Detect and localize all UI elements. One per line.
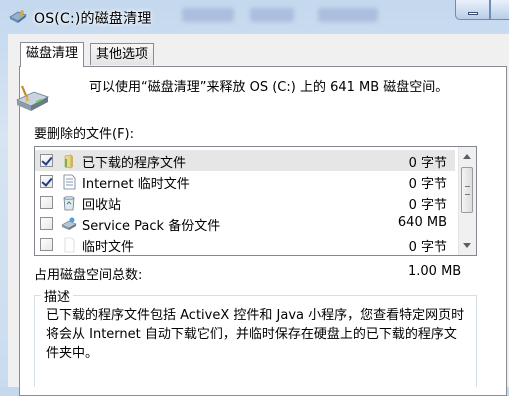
file-size: 0 字节 [408, 240, 447, 255]
list-item[interactable]: 回收站 0 字节 [35, 192, 455, 213]
minimize-button[interactable] [455, 0, 490, 20]
description-text: 已下载的程序文件包括 ActiveX 控件和 Java 小程序，您查看特定网页时… [46, 308, 465, 361]
recycle-bin-icon [63, 196, 75, 211]
file-name: 已下载的程序文件 [82, 156, 187, 171]
file-name: Internet 临时文件 [82, 177, 190, 192]
file-size: 0 字节 [408, 156, 447, 171]
tab-disk-cleanup[interactable]: 磁盘清理 [20, 42, 85, 67]
hard-drive-cleanup-icon [16, 85, 49, 111]
total-space-label: 占用磁盘空间总数: [34, 268, 143, 283]
window-title: OS(C:)的磁盘清理 [34, 11, 152, 27]
background-window-blur [318, 8, 378, 22]
file-name: 临时文件 [82, 240, 135, 255]
list-item[interactable]: 已下载的程序文件 0 字节 [35, 150, 455, 171]
blank-file-icon [64, 237, 75, 253]
disk-cleanup-icon [9, 9, 27, 23]
scroll-up-icon[interactable] [463, 154, 471, 159]
files-to-delete-label: 要删除的文件(F): [34, 127, 135, 142]
list-item[interactable]: Internet 临时文件 0 字节 [35, 171, 455, 192]
checkbox[interactable] [40, 238, 53, 251]
folder-icon [64, 154, 73, 169]
vertical-scrollbar[interactable] [458, 147, 476, 255]
file-name: Service Pack 备份文件 [82, 219, 221, 234]
checkbox[interactable] [40, 154, 53, 167]
minimize-icon [468, 12, 478, 15]
list-item[interactable]: 临时文件 0 字节 [35, 234, 455, 255]
intro-text: 可以使用“磁盘清理”来释放 OS (C:) 上的 641 MB 磁盘空间。 [89, 80, 449, 95]
files-list[interactable]: 已下载的程序文件 0 字节 Internet 临时文件 0 字节 回收站 0 字… [34, 146, 477, 256]
tab-more-options[interactable]: 其他选项 [90, 43, 155, 65]
file-size: 0 字节 [408, 198, 447, 213]
file-name: 回收站 [82, 198, 122, 213]
document-icon [63, 174, 76, 190]
scroll-thumb[interactable] [461, 167, 473, 213]
background-window-blur [182, 8, 234, 22]
title-bar[interactable]: OS(C:)的磁盘清理 [0, 0, 509, 34]
file-size: 0 字节 [408, 177, 447, 192]
checkbox[interactable] [40, 175, 53, 188]
file-size: 640 MB [397, 215, 447, 230]
description-legend: 描述 [41, 286, 74, 305]
disk-icon [61, 217, 77, 230]
maximize-button[interactable] [490, 0, 509, 20]
checkbox[interactable] [40, 196, 53, 209]
checkbox[interactable] [40, 217, 53, 230]
scroll-down-icon[interactable] [463, 243, 471, 248]
background-window-blur [250, 8, 294, 22]
total-space-value: 1.00 MB [408, 264, 462, 279]
list-item[interactable]: Service Pack 备份文件 640 MB [35, 213, 455, 234]
